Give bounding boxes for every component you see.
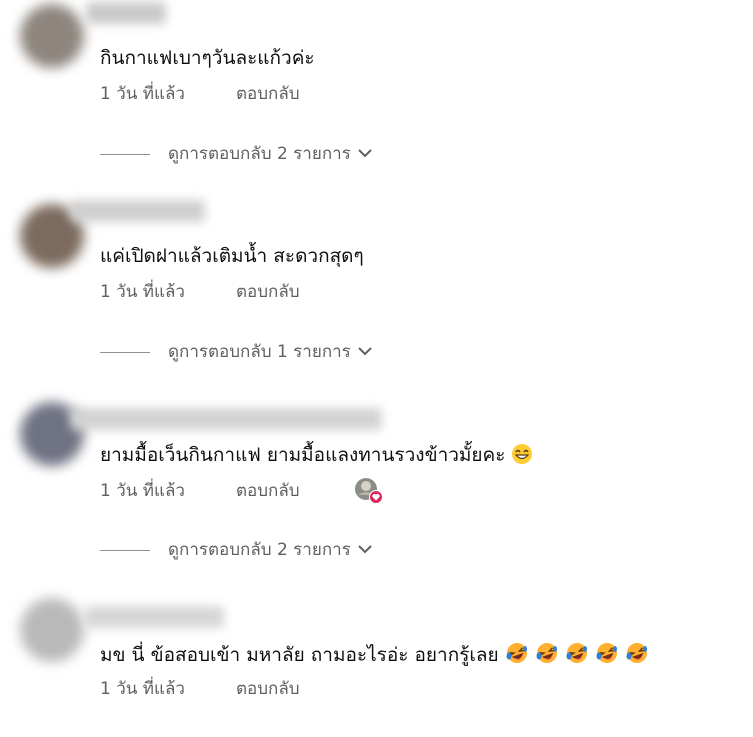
view-replies-label: ดูการตอบกลับ 1 รายการ xyxy=(168,342,351,362)
comment-meta: 1 วัน ที่แล้ว ตอบกลับ xyxy=(100,83,300,105)
creator-heart-badge xyxy=(352,477,384,505)
reply-button[interactable]: ตอบกลับ xyxy=(236,480,300,502)
rolling-on-floor-laughing-emoji xyxy=(505,641,529,671)
view-replies-button[interactable]: ดูการตอบกลับ 2 รายการ xyxy=(100,142,373,166)
comment-text: แค่เปิดฝาแล้วเติมน้ำ สะดวกสุดๆ xyxy=(100,245,364,267)
rolling-on-floor-laughing-emoji xyxy=(625,641,649,671)
laughing-emoji-group xyxy=(499,643,649,666)
rolling-on-floor-laughing-emoji xyxy=(595,641,619,671)
author-name-blurred[interactable] xyxy=(84,606,224,628)
chevron-down-icon xyxy=(357,340,373,364)
rolling-on-floor-laughing-emoji xyxy=(535,641,559,671)
reply-button[interactable]: ตอบกลับ xyxy=(236,281,300,303)
comment-meta: 1 วัน ที่แล้ว ตอบกลับ xyxy=(100,281,300,303)
comment-text: กินกาแฟเบาๆวันละแก้วค่ะ xyxy=(100,47,315,69)
comment-text: มข นี่ ข้อสอบเข้า มหาลัย ถามอะไรอ่ะ อยาก… xyxy=(100,641,649,671)
avatar[interactable] xyxy=(20,4,84,68)
comment-time: 1 วัน ที่แล้ว xyxy=(100,481,185,501)
view-replies-label: ดูการตอบกลับ 2 รายการ xyxy=(168,540,351,560)
comment-time: 1 วัน ที่แล้ว xyxy=(100,84,185,104)
reply-button[interactable]: ตอบกลับ xyxy=(236,83,300,105)
comment-time: 1 วัน ที่แล้ว xyxy=(100,282,185,302)
author-name-blurred[interactable] xyxy=(70,200,205,222)
chevron-down-icon xyxy=(357,142,373,166)
reply-button[interactable]: ตอบกลับ xyxy=(236,678,300,700)
avatar[interactable] xyxy=(20,598,84,662)
comment-text: ยามมื้อเว็นกินกาแฟ ยามมื้อแลงทานรวงข้าวม… xyxy=(100,443,533,471)
comment-time: 1 วัน ที่แล้ว xyxy=(100,679,185,699)
view-replies-label: ดูการตอบกลับ 2 รายการ xyxy=(168,144,351,164)
rolling-on-floor-laughing-emoji xyxy=(565,641,589,671)
view-replies-button[interactable]: ดูการตอบกลับ 2 รายการ xyxy=(100,538,373,562)
divider-line xyxy=(100,153,150,155)
comment-text-content: ยามมื้อเว็นกินกาแฟ ยามมื้อแลงทานรวงข้าวม… xyxy=(100,444,506,466)
comment-text-content: มข นี่ ข้อสอบเข้า มหาลัย ถามอะไรอ่ะ อยาก… xyxy=(100,644,499,666)
grinning-face-emoji xyxy=(511,443,533,471)
divider-line xyxy=(100,549,150,551)
author-name-blurred[interactable] xyxy=(86,2,166,24)
author-name-blurred[interactable] xyxy=(70,408,382,430)
comment-meta: 1 วัน ที่แล้ว ตอบกลับ xyxy=(100,678,300,700)
chevron-down-icon xyxy=(357,538,373,562)
divider-line xyxy=(100,351,150,353)
view-replies-button[interactable]: ดูการตอบกลับ 1 รายการ xyxy=(100,340,373,364)
comment-meta: 1 วัน ที่แล้ว ตอบกลับ xyxy=(100,480,300,502)
